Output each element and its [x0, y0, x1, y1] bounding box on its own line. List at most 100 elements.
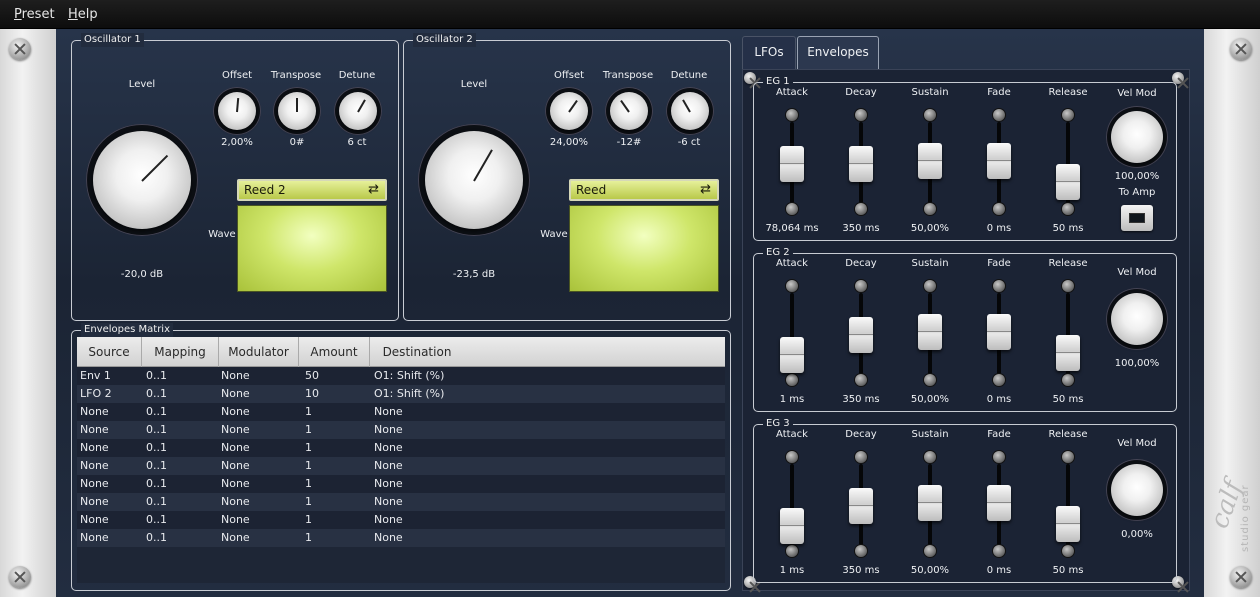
table-row[interactable]: None 0..1 None 1 None: [77, 511, 725, 529]
matrix-cell-source[interactable]: Env 1: [80, 369, 111, 382]
matrix-cell-amount[interactable]: 1: [305, 495, 312, 508]
matrix-cell-source[interactable]: None: [80, 513, 109, 526]
slider-thumb[interactable]: [1056, 163, 1080, 200]
matrix-cell-destination[interactable]: None: [374, 423, 403, 436]
eg3-attack-slider[interactable]: [774, 450, 810, 568]
matrix-cell-modulator[interactable]: None: [221, 423, 250, 436]
swap-arrows-icon[interactable]: ⇄: [700, 182, 711, 197]
table-row[interactable]: LFO 2 0..1 None 10 O1: Shift (%): [77, 385, 725, 403]
matrix-cell-source[interactable]: None: [80, 495, 109, 508]
matrix-cell-amount[interactable]: 1: [305, 423, 312, 436]
matrix-cell-amount[interactable]: 1: [305, 477, 312, 490]
eg3-release-slider[interactable]: [1050, 450, 1086, 568]
matrix-header-destination[interactable]: Destination: [370, 337, 464, 367]
matrix-cell-mapping[interactable]: 0..1: [146, 477, 167, 490]
matrix-cell-mapping[interactable]: 0..1: [146, 459, 167, 472]
eg3-decay-slider[interactable]: [843, 450, 879, 568]
tab-lfos[interactable]: LFOs: [742, 36, 796, 70]
matrix-cell-amount[interactable]: 1: [305, 531, 312, 544]
eg3-velmod-knob[interactable]: [1106, 459, 1168, 521]
matrix-cell-destination[interactable]: None: [374, 405, 403, 418]
slider-thumb[interactable]: [918, 485, 942, 522]
eg3-fade-slider[interactable]: [981, 450, 1017, 568]
eg1-fade-slider[interactable]: [981, 108, 1017, 226]
matrix-cell-destination[interactable]: None: [374, 531, 403, 544]
eg1-release-slider[interactable]: [1050, 108, 1086, 226]
eg2-sustain-slider[interactable]: [912, 279, 948, 397]
matrix-cell-mapping[interactable]: 0..1: [146, 387, 167, 400]
matrix-cell-modulator[interactable]: None: [221, 495, 250, 508]
osc1-offset-knob[interactable]: [213, 87, 261, 135]
matrix-cell-amount[interactable]: 1: [305, 459, 312, 472]
matrix-header-source[interactable]: Source: [77, 337, 142, 367]
matrix-cell-destination[interactable]: None: [374, 513, 403, 526]
slider-thumb[interactable]: [1056, 334, 1080, 371]
osc2-wave-selector[interactable]: Reed ⇄: [569, 179, 719, 201]
osc1-detune-knob[interactable]: [334, 87, 382, 135]
matrix-cell-source[interactable]: None: [80, 459, 109, 472]
matrix-cell-modulator[interactable]: None: [221, 387, 250, 400]
eg2-attack-slider[interactable]: [774, 279, 810, 397]
menu-preset[interactable]: Preset: [14, 7, 55, 22]
matrix-cell-amount[interactable]: 50: [305, 369, 319, 382]
table-row[interactable]: None 0..1 None 1 None: [77, 529, 725, 547]
eg1-attack-slider[interactable]: [774, 108, 810, 226]
slider-thumb[interactable]: [1056, 505, 1080, 542]
matrix-cell-source[interactable]: None: [80, 441, 109, 454]
slider-thumb[interactable]: [918, 314, 942, 351]
matrix-cell-source[interactable]: None: [80, 423, 109, 436]
matrix-cell-mapping[interactable]: 0..1: [146, 513, 167, 526]
eg2-velmod-knob[interactable]: [1106, 288, 1168, 350]
matrix-cell-destination[interactable]: None: [374, 459, 403, 472]
swap-arrows-icon[interactable]: ⇄: [368, 182, 379, 197]
table-row[interactable]: None 0..1 None 1 None: [77, 457, 725, 475]
eg2-fade-slider[interactable]: [981, 279, 1017, 397]
matrix-cell-mapping[interactable]: 0..1: [146, 423, 167, 436]
osc2-transpose-knob[interactable]: [605, 87, 653, 135]
matrix-cell-destination[interactable]: O1: Shift (%): [374, 369, 444, 382]
eg3-sustain-slider[interactable]: [912, 450, 948, 568]
eg1-sustain-slider[interactable]: [912, 108, 948, 226]
slider-thumb[interactable]: [780, 337, 804, 374]
eg2-decay-slider[interactable]: [843, 279, 879, 397]
eg1-decay-slider[interactable]: [843, 108, 879, 226]
matrix-cell-source[interactable]: LFO 2: [80, 387, 112, 400]
matrix-cell-destination[interactable]: None: [374, 495, 403, 508]
slider-thumb[interactable]: [780, 508, 804, 545]
matrix-header-amount[interactable]: Amount: [299, 337, 370, 367]
matrix-cell-source[interactable]: None: [80, 477, 109, 490]
table-row[interactable]: None 0..1 None 1 None: [77, 421, 725, 439]
matrix-cell-destination[interactable]: None: [374, 441, 403, 454]
osc2-offset-knob[interactable]: [545, 87, 593, 135]
matrix-header-mapping[interactable]: Mapping: [142, 337, 219, 367]
slider-thumb[interactable]: [780, 146, 804, 183]
eg2-release-slider[interactable]: [1050, 279, 1086, 397]
slider-thumb[interactable]: [987, 485, 1011, 522]
osc1-wave-selector[interactable]: Reed 2 ⇄: [237, 179, 387, 201]
matrix-cell-source[interactable]: None: [80, 405, 109, 418]
matrix-cell-amount[interactable]: 10: [305, 387, 319, 400]
table-row[interactable]: None 0..1 None 1 None: [77, 493, 725, 511]
matrix-cell-modulator[interactable]: None: [221, 405, 250, 418]
matrix-cell-destination[interactable]: None: [374, 477, 403, 490]
matrix-cell-modulator[interactable]: None: [221, 441, 250, 454]
matrix-cell-amount[interactable]: 1: [305, 405, 312, 418]
matrix-cell-modulator[interactable]: None: [221, 459, 250, 472]
eg1-velmod-knob[interactable]: [1106, 106, 1168, 168]
osc2-detune-knob[interactable]: [666, 87, 714, 135]
tab-envelopes[interactable]: Envelopes: [797, 36, 879, 70]
menu-help[interactable]: Help: [68, 7, 98, 22]
slider-thumb[interactable]: [987, 143, 1011, 180]
matrix-cell-source[interactable]: None: [80, 531, 109, 544]
matrix-cell-mapping[interactable]: 0..1: [146, 441, 167, 454]
matrix-cell-amount[interactable]: 1: [305, 513, 312, 526]
slider-thumb[interactable]: [849, 317, 873, 354]
matrix-cell-mapping[interactable]: 0..1: [146, 531, 167, 544]
matrix-cell-destination[interactable]: O1: Shift (%): [374, 387, 444, 400]
table-row[interactable]: None 0..1 None 1 None: [77, 403, 725, 421]
matrix-header-modulator[interactable]: Modulator: [219, 337, 299, 367]
matrix-cell-modulator[interactable]: None: [221, 477, 250, 490]
slider-thumb[interactable]: [918, 143, 942, 180]
table-row[interactable]: Env 1 0..1 None 50 O1: Shift (%): [77, 367, 725, 385]
slider-thumb[interactable]: [849, 146, 873, 183]
